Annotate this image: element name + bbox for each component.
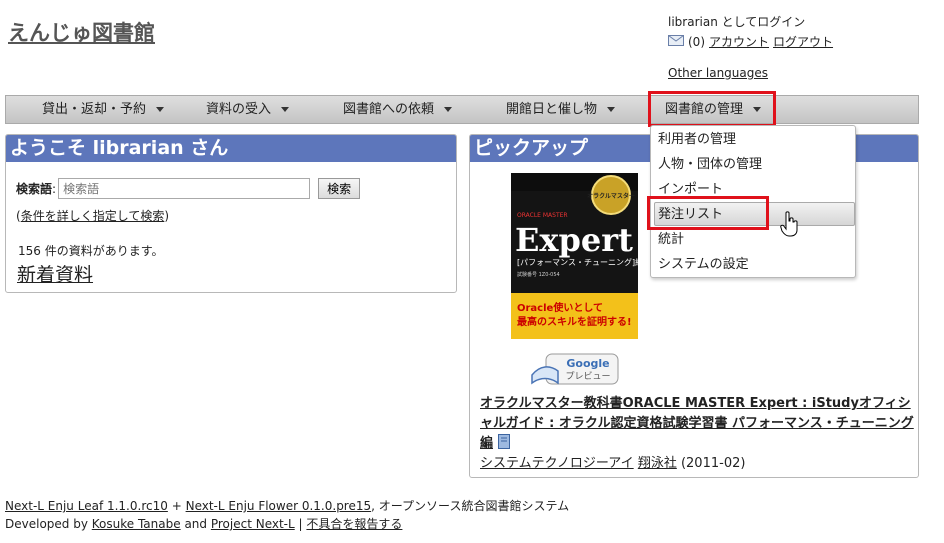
preview-google-text: Google [566,357,609,370]
nav-management-highlight [648,91,776,127]
footer: Next-L Enju Leaf 1.1.0.rc10 + Next-L Enj… [5,497,569,533]
cover-sub-text: [パフォーマンス・チューニング]編 [517,257,638,267]
report-bug-link[interactable]: 不具合を報告する [306,517,402,531]
nav-item-label: 資料の受入 [206,102,272,117]
resource-count: 156 件の資料があります。 [18,244,164,258]
author-link[interactable]: 翔泳社 [638,456,677,471]
preview-label-text: プレビュー [565,371,610,382]
developer-link-kosuke[interactable]: Kosuke Tanabe [92,517,181,531]
new-books-link[interactable]: 新着資料 [17,260,93,287]
cover-series-text: ORACLE MASTER [517,212,568,219]
nav-item-label: 図書館への依頼 [343,102,435,117]
search-input[interactable] [58,178,311,199]
book-title-link[interactable]: オラクルマスター教科書ORACLE MASTER Expert : iStudy… [480,396,914,451]
publisher-link[interactable]: システムテクノロジーアイ [480,456,634,471]
nav-item-label: 貸出・返却・予約 [42,102,147,117]
caret-down-icon [444,107,453,112]
menu-item-user-management[interactable]: 利用者の管理 [658,130,736,150]
caret-down-icon [156,107,165,112]
footer-line-1: Next-L Enju Leaf 1.1.0.rc10 + Next-L Enj… [5,497,569,515]
search-button[interactable]: 検索 [318,178,361,199]
order-list-highlight [647,196,769,230]
menu-item-statistics[interactable]: 統計 [658,230,684,250]
developer-link-project[interactable]: Project Next-L [211,517,295,531]
welcome-title: ようこそ librarian さん [6,135,456,162]
footer-plus: + [171,499,182,513]
footer-tagline: , オープンソース統合図書館システム [371,499,570,513]
search-label-colon: : [52,181,57,196]
cover-badge-text: オラクルマスター [587,192,635,200]
book-meta: システムテクノロジーアイ 翔泳社 (2011-02) [480,452,745,471]
advanced-search-link[interactable]: 条件を詳しく指定して検索 [21,209,165,223]
caret-down-icon [281,107,290,112]
book-cover-image[interactable]: オラクルマスター ORACLE MASTER Expert [パフォーマンス・チ… [511,173,638,339]
hand-cursor-icon [780,211,798,237]
site-title-link[interactable]: えんじゅ図書館 [8,17,155,47]
user-box: librarian としてログイン (0) アカウント ログアウト [668,12,833,52]
book-type-icon [497,434,510,449]
nav-item-label: 開館日と催し物 [506,102,598,117]
mail-icon[interactable] [668,34,684,46]
caret-down-icon [607,107,616,112]
search-form: 検索語: 検索 [16,178,361,199]
user-links: (0) アカウント ログアウト [668,32,833,52]
cover-exam-text: 試験番号 1Z0-054 [517,271,560,278]
mail-count: (0) [688,35,705,49]
nav-item-circulation[interactable]: 貸出・返却・予約 [42,96,165,123]
search-label: 検索語 [16,182,53,196]
enju-leaf-link[interactable]: Next-L Enju Leaf 1.1.0.rc10 [5,499,168,513]
footer-and: and [184,517,208,531]
welcome-panel: ようこそ librarian さん 検索語: 検索 (条件を詳しく指定して検索)… [5,134,457,293]
developed-by-text: Developed by [5,517,88,531]
footer-separator: | [298,517,303,531]
advanced-search: (条件を詳しく指定して検索) [16,207,169,224]
nav-item-events[interactable]: 開館日と催し物 [506,96,616,123]
main-nav: 貸出・返却・予約 資料の受入 図書館への依頼 開館日と催し物 図書館の管理 [5,95,919,124]
book-title: オラクルマスター教科書ORACLE MASTER Expert : iStudy… [480,394,916,454]
nav-item-requests[interactable]: 図書館への依頼 [343,96,453,123]
other-languages-link[interactable]: Other languages [668,66,768,80]
cover-headline2: 最高のスキルを証明する! [517,315,632,328]
nav-item-acquisition[interactable]: 資料の受入 [206,96,290,123]
advanced-search-suffix: ) [164,209,170,223]
logout-link[interactable]: ログアウト [773,32,833,52]
menu-item-agent-management[interactable]: 人物・団体の管理 [658,155,762,175]
cover-headline1: Oracle使いとして [517,301,603,314]
footer-line-2: Developed by Kosuke Tanabe and Project N… [5,515,569,533]
login-status: librarian としてログイン [668,15,806,29]
enju-flower-link[interactable]: Next-L Enju Flower 0.1.0.pre15 [186,499,372,513]
account-link[interactable]: アカウント [709,32,769,52]
book-cover-art: オラクルマスター ORACLE MASTER Expert [パフォーマンス・チ… [511,173,638,339]
menu-item-system-settings[interactable]: システムの設定 [658,255,749,275]
cover-main-text: Expert [515,221,633,259]
publication-date: (2011-02) [680,456,746,471]
google-preview-button[interactable]: Google プレビュー [530,353,620,385]
